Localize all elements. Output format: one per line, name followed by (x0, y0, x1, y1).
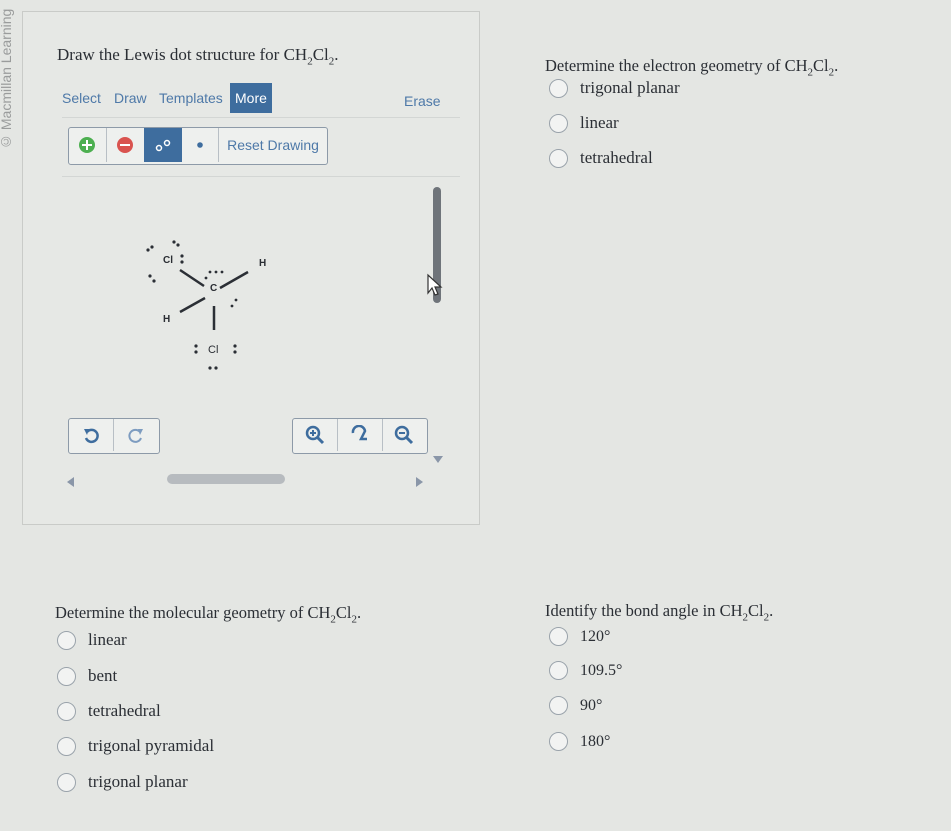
zoom-out-button[interactable] (383, 419, 425, 451)
option-label: trigonal planar (580, 78, 680, 97)
atom-h-right: H (259, 258, 267, 269)
toolbar-divider (62, 117, 460, 118)
option-label: linear (88, 630, 127, 649)
radio-button[interactable] (549, 696, 568, 715)
atom-h-left: H (163, 314, 171, 325)
option-label: linear (580, 113, 619, 132)
prompt-text: Draw the Lewis dot structure for CH (57, 45, 308, 64)
option-label: tetrahedral (88, 701, 161, 720)
q-text: Identify the bond angle in CH (545, 601, 743, 620)
electron-geometry-question: Determine the electron geometry of CH2Cl… (545, 56, 838, 78)
horizontal-scrollbar[interactable] (167, 474, 285, 484)
radio-button[interactable] (57, 701, 76, 721)
remove-electron-button[interactable] (107, 128, 143, 162)
q-text: Determine the electron geometry of CH (545, 56, 808, 75)
canvas-divider (62, 176, 460, 177)
q-text: Determine the molecular geometry of CH (55, 603, 331, 622)
reset-zoom-button[interactable] (338, 419, 382, 451)
molecular-option-linear[interactable]: linear (57, 630, 127, 650)
scroll-right-arrow-icon[interactable] (414, 476, 424, 488)
bond-c-h-right (219, 270, 249, 290)
molecular-option-tetrahedral[interactable]: tetrahedral (57, 701, 161, 721)
redo-icon (128, 428, 143, 443)
reset-zoom-icon (351, 425, 367, 441)
radio-button[interactable] (549, 78, 568, 98)
tab-draw[interactable]: Draw (114, 83, 147, 113)
bond-angle-question: Identify the bond angle in CH2Cl2. (545, 601, 773, 623)
atom-cl-top: Cl (163, 255, 173, 266)
minus-circle-icon (117, 137, 133, 153)
zoom-in-icon (305, 425, 325, 445)
tab-templates[interactable]: Templates (159, 83, 223, 113)
reset-drawing-button[interactable]: Reset Drawing (221, 128, 325, 162)
tab-select[interactable]: Select (62, 83, 101, 113)
prompt-mid: Cl (312, 45, 329, 64)
redo-button[interactable] (114, 419, 158, 451)
prompt-end: . (334, 45, 339, 64)
q-end: . (356, 603, 362, 622)
molecular-option-bent[interactable]: bent (57, 666, 117, 686)
electron-option-tetrahedral[interactable]: tetrahedral (549, 148, 653, 168)
molecular-option-trigonal-planar[interactable]: trigonal planar (57, 772, 188, 792)
electron-option-linear[interactable]: linear (549, 113, 619, 133)
option-label: trigonal planar (88, 772, 188, 791)
watermark: © Macmillan Learning (0, 8, 14, 150)
scroll-left-arrow-icon[interactable] (66, 476, 76, 488)
option-label: 120° (580, 627, 611, 645)
tab-more[interactable]: More (230, 83, 272, 113)
lewis-structure-canvas[interactable] (130, 230, 270, 380)
angle-option-90[interactable]: 90° (549, 696, 602, 715)
bond-c-h-left (179, 296, 206, 314)
angle-option-109-5[interactable]: 109.5° (549, 661, 622, 680)
radio-button[interactable] (549, 113, 568, 133)
radio-button[interactable] (549, 732, 568, 751)
draw-prompt: Draw the Lewis dot structure for CH2Cl2. (57, 45, 339, 67)
single-electron-button[interactable] (183, 128, 217, 162)
undo-icon (84, 428, 99, 444)
dot-icon (197, 142, 203, 148)
bond-c-cl-top (179, 268, 205, 288)
option-label: 90° (580, 696, 603, 714)
molecular-option-trigonal-pyramidal[interactable]: trigonal pyramidal (57, 736, 214, 756)
angle-option-120[interactable]: 120° (549, 627, 610, 646)
tool-divider (218, 128, 219, 162)
radio-button[interactable] (57, 736, 76, 756)
atom-c: C (210, 283, 218, 294)
option-label: trigonal pyramidal (88, 736, 215, 755)
radio-button[interactable] (549, 148, 568, 168)
plus-circle-icon (79, 137, 95, 153)
add-electron-button[interactable] (69, 128, 105, 162)
q-end: . (769, 601, 774, 620)
q-mid: Cl (813, 56, 829, 75)
angle-option-180[interactable]: 180° (549, 732, 610, 751)
radio-button[interactable] (57, 666, 76, 686)
lone-pair-button[interactable] (144, 128, 182, 162)
q-mid: Cl (335, 603, 352, 622)
atom-cl-bottom: Cl (208, 344, 219, 356)
q-mid: Cl (748, 601, 764, 620)
radio-button[interactable] (549, 661, 568, 680)
erase-button[interactable]: Erase (404, 86, 441, 116)
radio-button[interactable] (57, 630, 76, 650)
zoom-out-icon (394, 425, 414, 445)
electron-option-trigonal-planar[interactable]: trigonal planar (549, 78, 680, 98)
option-label: bent (88, 666, 118, 685)
radio-button[interactable] (57, 772, 76, 792)
option-label: tetrahedral (580, 148, 653, 167)
option-label: 109.5° (580, 661, 623, 679)
option-label: 180° (580, 732, 611, 750)
radio-button[interactable] (549, 627, 568, 646)
lone-pair-icon (155, 139, 171, 152)
scroll-down-arrow-icon[interactable] (432, 455, 444, 465)
q-end: . (834, 56, 839, 75)
zoom-in-button[interactable] (293, 419, 337, 451)
undo-button[interactable] (69, 419, 113, 451)
molecular-geometry-question: Determine the molecular geometry of CH2C… (55, 603, 361, 625)
cursor-icon (427, 273, 443, 296)
